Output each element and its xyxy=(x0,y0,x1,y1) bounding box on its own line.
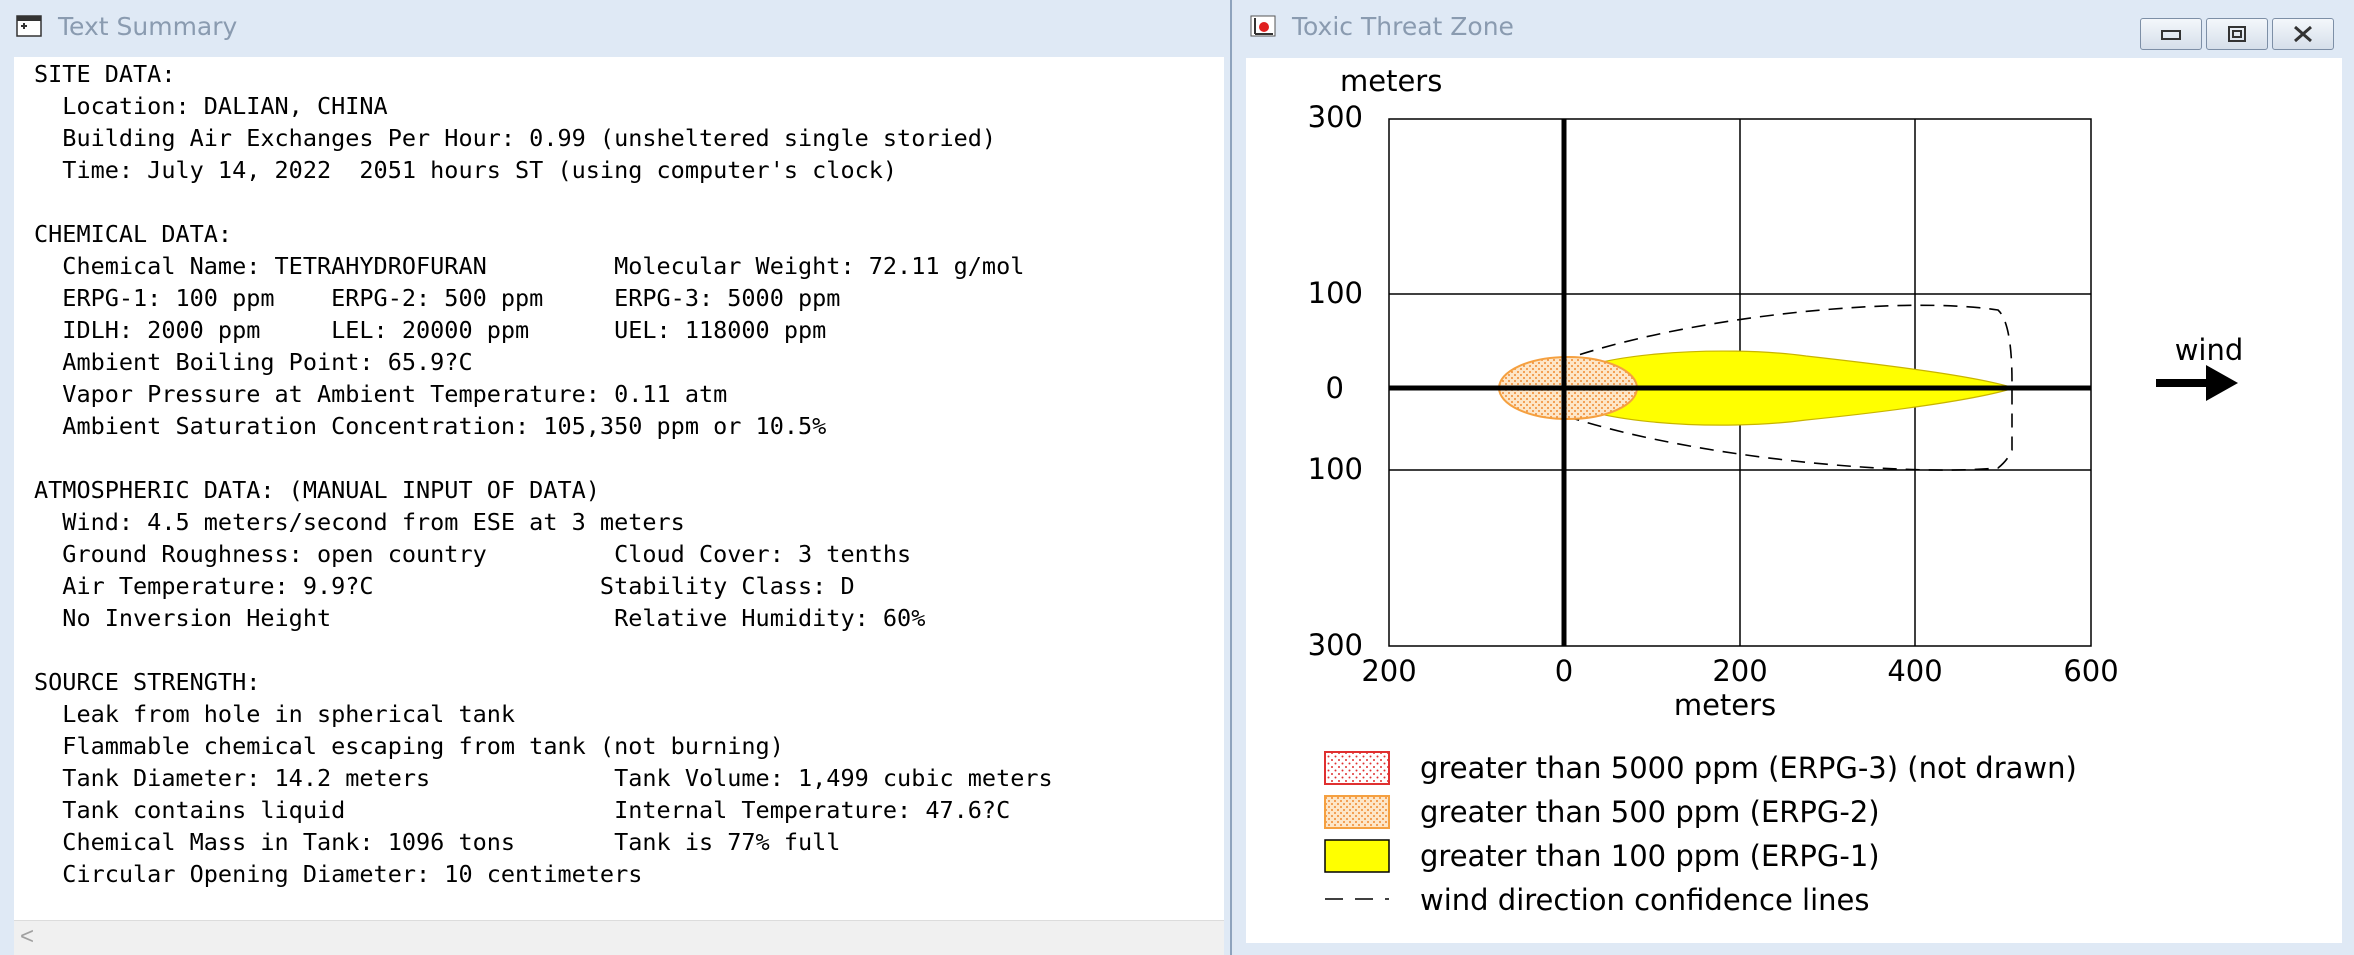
x-tick-label: 600 xyxy=(2063,654,2118,688)
summary-text-line: Vapor Pressure at Ambient Temperature: 0… xyxy=(34,380,728,408)
legend-label: greater than 500 ppm (ERPG-2) xyxy=(1420,795,1880,829)
summary-text-line: Leak from hole in spherical tank xyxy=(34,700,516,728)
window-title: Text Summary xyxy=(58,12,238,41)
y-axis-unit-label: meters xyxy=(1340,64,1442,98)
y-tick-label: 100 xyxy=(1308,276,1363,310)
close-icon xyxy=(2294,25,2312,43)
threat-zone-app-icon xyxy=(1250,15,1276,37)
summary-text-line: Circular Opening Diameter: 10 centimeter… xyxy=(34,860,643,888)
summary-text-line: Ambient Saturation Concentration: 105,35… xyxy=(34,412,827,440)
scroll-left-arrow[interactable]: < xyxy=(20,923,34,951)
summary-text-line xyxy=(34,634,1053,666)
x-tick-label: 200 xyxy=(1361,654,1416,688)
x-axis-unit-label: meters xyxy=(1674,688,1776,722)
summary-text-line: Flammable chemical escaping from tank (n… xyxy=(34,732,784,760)
minimize-button[interactable] xyxy=(2140,18,2202,50)
threat-zone-plot: meters meters 300 100 0 100 300 200 0 20… xyxy=(1308,64,2244,917)
restore-icon xyxy=(2228,26,2246,42)
wind-arrow-icon xyxy=(2156,365,2238,401)
legend-swatch-erpg1 xyxy=(1324,839,1390,873)
summary-text-line: Location: DALIAN, CHINA xyxy=(34,92,388,120)
legend-label: greater than 100 ppm (ERPG-1) xyxy=(1420,839,1880,873)
wind-label: wind xyxy=(2175,333,2244,367)
legend-label: greater than 5000 ppm (ERPG-3) (not draw… xyxy=(1420,751,2077,785)
summary-text-line: Chemical Mass in Tank: 1096 tons Tank is… xyxy=(34,828,841,856)
legend-swatch-erpg3 xyxy=(1324,751,1390,785)
summary-text-line: Tank contains liquid Internal Temperatur… xyxy=(34,796,1011,824)
summary-text-line: SOURCE STRENGTH: xyxy=(34,668,261,696)
summary-text-line: Time: July 14, 2022 2051 hours ST (using… xyxy=(34,156,898,184)
legend-label: wind direction confidence lines xyxy=(1420,883,1870,917)
close-button[interactable] xyxy=(2272,18,2334,50)
summary-text-line: No Inversion Height Relative Humidity: 6… xyxy=(34,604,926,632)
summary-text-line: Tank Diameter: 14.2 meters Tank Volume: … xyxy=(34,764,1053,792)
summary-text-line xyxy=(34,186,1053,218)
y-tick-label: 300 xyxy=(1308,100,1363,134)
text-summary-pane[interactable]: SITE DATA: Location: DALIAN, CHINA Build… xyxy=(14,57,1224,955)
summary-text-line: ERPG-1: 100 ppm ERPG-2: 500 ppm ERPG-3: … xyxy=(34,284,841,312)
summary-text-line: IDLH: 2000 ppm LEL: 20000 ppm UEL: 11800… xyxy=(34,316,827,344)
summary-text: SITE DATA: Location: DALIAN, CHINA Build… xyxy=(34,58,1053,890)
threat-zone-window: Toxic Threat Zone meters meters 300 100 … xyxy=(1234,0,2354,955)
y-tick-label: 300 xyxy=(1308,628,1363,662)
summary-text-line: Ground Roughness: open country Cloud Cov… xyxy=(34,540,912,568)
summary-text-line: ATMOSPHERIC DATA: (MANUAL INPUT OF DATA) xyxy=(34,476,600,504)
summary-text-line: SITE DATA: xyxy=(34,60,176,88)
text-summary-titlebar[interactable]: Text Summary xyxy=(0,0,1230,55)
summary-text-line: Chemical Name: TETRAHYDROFURAN Molecular… xyxy=(34,252,1025,280)
x-tick-label: 400 xyxy=(1887,654,1942,688)
summary-text-line xyxy=(34,442,1053,474)
y-tick-label: 0 xyxy=(1326,371,1344,405)
x-tick-label: 0 xyxy=(1555,654,1573,688)
minimize-icon xyxy=(2161,30,2181,40)
y-tick-label: 100 xyxy=(1308,452,1363,486)
threat-zone-plot-pane: meters meters 300 100 0 100 300 200 0 20… xyxy=(1246,58,2342,943)
x-tick-label: 200 xyxy=(1712,654,1767,688)
restore-button[interactable] xyxy=(2206,18,2268,50)
summary-text-line: Wind: 4.5 meters/second from ESE at 3 me… xyxy=(34,508,685,536)
window-title: Toxic Threat Zone xyxy=(1292,12,1514,41)
horizontal-scrollbar[interactable]: < xyxy=(14,920,1224,955)
summary-text-line: Air Temperature: 9.9?C Stability Class: … xyxy=(34,572,855,600)
legend-swatch-erpg2 xyxy=(1324,795,1390,829)
summary-text-line: Building Air Exchanges Per Hour: 0.99 (u… xyxy=(34,124,997,152)
summary-text-line: Ambient Boiling Point: 65.9?C xyxy=(34,348,473,376)
app-window-icon xyxy=(16,15,42,37)
text-summary-window: Text Summary SITE DATA: Location: DALIAN… xyxy=(0,0,1232,955)
threat-zone-titlebar[interactable]: Toxic Threat Zone xyxy=(1234,0,2354,55)
summary-text-line: CHEMICAL DATA: xyxy=(34,220,233,248)
